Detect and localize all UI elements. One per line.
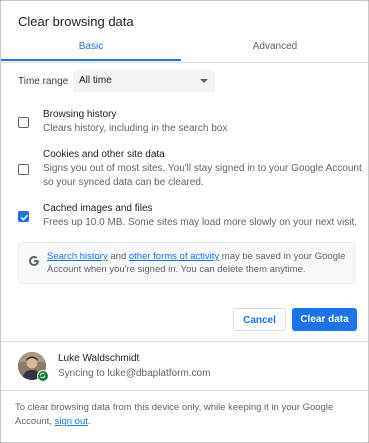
other-activity-link[interactable]: other forms of activity (129, 251, 219, 262)
tab-advanced[interactable]: Advanced (185, 38, 365, 60)
tab-selected-indicator (1, 59, 181, 61)
cancel-button[interactable]: Cancel (233, 308, 286, 331)
option-title: Cookies and other site data (43, 149, 165, 160)
clear-data-button[interactable]: Clear data (292, 308, 357, 331)
cookies-checkbox[interactable] (18, 164, 29, 175)
option-description: Frees up 10.0 MB. Some sites may load mo… (43, 217, 358, 228)
time-range-select[interactable]: All time (73, 70, 215, 92)
option-title: Browsing history (43, 109, 117, 120)
cached-images-checkbox[interactable] (18, 211, 29, 222)
tab-basic[interactable]: Basic (1, 38, 181, 61)
dialog-title: Clear browsing data (18, 14, 134, 29)
time-range-label: Time range (18, 76, 69, 87)
time-range-value: All time (79, 75, 112, 86)
sync-status-icon (37, 370, 49, 382)
browsing-history-checkbox[interactable] (18, 117, 29, 128)
clear-browsing-data-dialog: Clear browsing data Basic Advanced Time … (0, 0, 369, 443)
sync-status-text: Syncing to luke@dbaplatform.com (58, 368, 211, 379)
dropdown-arrow-icon (200, 79, 208, 83)
sign-out-link[interactable]: sign out (55, 416, 88, 427)
info-text-mid: and (107, 251, 129, 262)
tab-advanced-label: Advanced (252, 41, 298, 52)
info-text: Search history and other forms of activi… (47, 250, 347, 276)
footer-text: To clear browsing data from this device … (15, 401, 355, 429)
tab-bar: Basic Advanced (1, 38, 368, 63)
divider (1, 390, 368, 391)
search-history-link[interactable]: Search history (47, 251, 108, 262)
option-title: Cached images and files (43, 203, 153, 214)
checkmark-icon (20, 214, 29, 221)
google-g-icon (29, 256, 39, 266)
google-activity-info-box: Search history and other forms of activi… (18, 242, 355, 284)
option-description: Signs you out of most sites. You'll stay… (43, 163, 362, 188)
option-description: Clears history, including in the search … (43, 123, 228, 134)
account-name: Luke Waldschmidt (58, 353, 140, 364)
tab-basic-label: Basic (78, 41, 104, 52)
footer-end: . (87, 416, 91, 427)
divider (1, 341, 368, 342)
